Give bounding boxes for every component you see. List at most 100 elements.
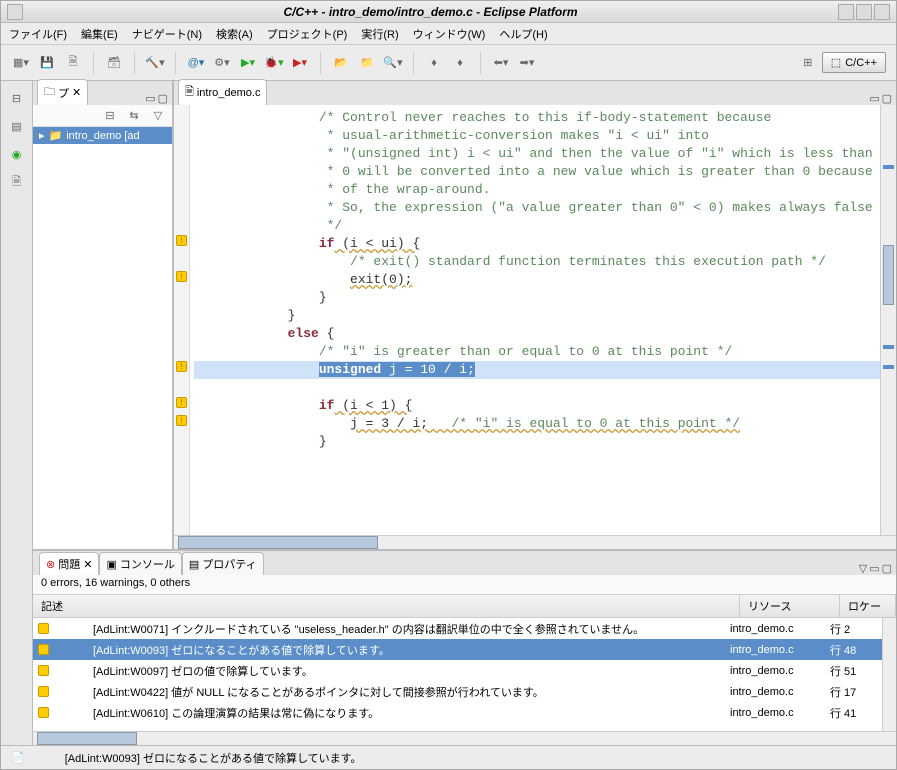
problems-icon: ⊗ xyxy=(46,558,55,571)
new-icon[interactable]: ▦▾ xyxy=(11,53,31,73)
view-maximize-icon[interactable]: ▢ xyxy=(882,562,892,575)
problems-header[interactable]: 記述 リソース ロケー xyxy=(33,595,896,618)
maximize-view-icon[interactable]: ▢ xyxy=(158,92,168,105)
problems-tab[interactable]: ⊗ 問題 ✕ xyxy=(39,552,99,575)
problems-rows: [AdLint:W0071] インクルードされている "useless_head… xyxy=(33,618,882,731)
console-icon: ▣ xyxy=(106,558,116,571)
minimize-button[interactable] xyxy=(838,4,854,20)
debug-icon[interactable]: 🐞▾ xyxy=(264,53,284,73)
perspective-button[interactable]: ⬚ C/C++ xyxy=(822,52,886,73)
forward-icon[interactable]: ➡▾ xyxy=(517,53,537,73)
editor-maximize-icon[interactable]: ▢ xyxy=(882,92,892,105)
ext-tools-icon[interactable]: ▶▾ xyxy=(290,53,310,73)
problem-row[interactable]: [AdLint:W0422] 値が NULL になることがあるポインタに対して間… xyxy=(33,681,882,702)
at-icon[interactable]: @▾ xyxy=(186,53,206,73)
warning-marker[interactable]: ! xyxy=(176,271,187,282)
menu-window[interactable]: ウィンドウ(W) xyxy=(413,26,486,42)
search-icon[interactable]: 🔍▾ xyxy=(383,53,403,73)
status-icon: 📄 xyxy=(11,751,25,764)
problem-description: [AdLint:W0071] インクルードされている "useless_head… xyxy=(53,621,726,637)
editor-tab[interactable]: 🗎 intro_demo.c xyxy=(178,79,267,105)
warning-icon xyxy=(38,644,49,655)
warning-icon xyxy=(38,686,49,697)
problem-row[interactable]: [AdLint:W0610] この論理演算の結果は常に偽になります。intro_… xyxy=(33,702,882,723)
view-menu-icon[interactable]: ▽ xyxy=(859,562,867,575)
problem-description: [AdLint:W0097] ゼロの値で除算しています。 xyxy=(53,663,726,679)
doc-icon[interactable]: 🗎 xyxy=(8,173,26,191)
tool-icon[interactable]: ⚙▾ xyxy=(212,53,232,73)
col-resource[interactable]: リソース xyxy=(740,595,840,617)
perspective-label: C/C++ xyxy=(845,57,877,69)
restore-icon[interactable]: ⊟ xyxy=(8,89,26,107)
menu-navigate[interactable]: ナビゲート(N) xyxy=(132,26,202,42)
code-editor[interactable]: /* Control never reaches to this if-body… xyxy=(190,105,880,535)
menu-edit[interactable]: 編集(E) xyxy=(81,26,118,42)
warning-marker[interactable]: ! xyxy=(176,415,187,426)
hammer-icon[interactable]: 🔨▾ xyxy=(145,53,165,73)
save-icon[interactable]: 💾 xyxy=(37,53,57,73)
problem-row[interactable]: [AdLint:W0097] ゼロの値で除算しています。intro_demo.c… xyxy=(33,660,882,681)
open-task-icon[interactable]: 📁 xyxy=(357,53,377,73)
col-description[interactable]: 記述 xyxy=(33,595,740,617)
problems-hscrollbar[interactable] xyxy=(33,731,896,745)
window-title: C/C++ - intro_demo/intro_demo.c - Eclips… xyxy=(23,5,838,19)
menu-help[interactable]: ヘルプ(H) xyxy=(499,26,547,42)
menu-project[interactable]: プロジェクト(P) xyxy=(267,26,348,42)
build-icon[interactable]: 🗃 xyxy=(104,53,124,73)
warning-marker[interactable]: ! xyxy=(176,235,187,246)
toolbar: ▦▾ 💾 🗎 🗃 🔨▾ @▾ ⚙▾ ▶▾ 🐞▾ ▶▾ 📂 📁 🔍▾ ♦ ♦ ⬅▾… xyxy=(1,45,896,81)
warning-icon xyxy=(38,623,49,634)
titlebar[interactable]: C/C++ - intro_demo/intro_demo.c - Eclips… xyxy=(1,1,896,23)
problems-scrollbar[interactable] xyxy=(882,618,896,731)
target-icon[interactable]: ◉ xyxy=(8,145,26,163)
expand-icon[interactable]: ▸ xyxy=(39,129,45,142)
project-tree-item[interactable]: ▸ 📁 intro_demo [ad xyxy=(33,127,172,144)
warning-icon xyxy=(38,665,49,676)
problem-description: [AdLint:W0610] この論理演算の結果は常に偽になります。 xyxy=(53,705,726,721)
menu-search[interactable]: 検索(A) xyxy=(216,26,253,42)
editor-gutter[interactable]: ! ! ! ! ! xyxy=(174,105,190,535)
horizontal-scrollbar[interactable] xyxy=(174,535,896,549)
tab-close-icon[interactable]: ✕ xyxy=(72,86,81,99)
vertical-scrollbar[interactable] xyxy=(880,105,896,535)
collapse-icon[interactable]: ⊟ xyxy=(100,106,120,126)
next-icon[interactable]: ♦ xyxy=(450,53,470,73)
view-minimize-icon[interactable]: ▭ xyxy=(869,562,879,575)
prev-icon[interactable]: ♦ xyxy=(424,53,444,73)
problem-row[interactable]: [AdLint:W0093] ゼロになることがある値で除算しています。intro… xyxy=(33,639,882,660)
minimize-view-icon[interactable]: ▭ xyxy=(145,92,155,105)
problems-summary: 0 errors, 16 warnings, 0 others xyxy=(33,575,896,595)
warning-marker[interactable]: ! xyxy=(176,397,187,408)
problem-description: [AdLint:W0422] 値が NULL になることがあるポインタに対して間… xyxy=(53,684,726,700)
run-icon[interactable]: ▶▾ xyxy=(238,53,258,73)
sys-menu-icon[interactable] xyxy=(7,4,23,20)
editor-minimize-icon[interactable]: ▭ xyxy=(869,92,879,105)
properties-tab[interactable]: ▤ プロパティ xyxy=(182,552,264,575)
open-type-icon[interactable]: 📂 xyxy=(331,53,351,73)
console-tab-label: コンソール xyxy=(120,556,175,572)
problem-row[interactable]: [AdLint:W0071] インクルードされている "useless_head… xyxy=(33,618,882,639)
properties-icon: ▤ xyxy=(189,558,199,571)
menu-dropdown-icon[interactable]: ▽ xyxy=(148,106,168,126)
col-location[interactable]: ロケー xyxy=(840,595,896,617)
warning-marker[interactable]: ! xyxy=(176,361,187,372)
properties-tab-label: プロパティ xyxy=(202,556,256,572)
open-perspective-icon[interactable]: ⊞ xyxy=(798,53,818,73)
problem-location: 行 51 xyxy=(826,663,882,679)
problem-location: 行 17 xyxy=(826,684,882,700)
link-icon[interactable]: ⇆ xyxy=(124,106,144,126)
tab-close-icon[interactable]: ✕ xyxy=(83,558,92,571)
menu-run[interactable]: 実行(R) xyxy=(361,26,398,42)
close-button[interactable] xyxy=(874,4,890,20)
scroll-thumb[interactable] xyxy=(883,245,894,305)
project-tab[interactable]: 🗀 プ ✕ xyxy=(37,79,88,105)
hscroll-thumb[interactable] xyxy=(178,536,378,549)
console-tab[interactable]: ▣ コンソール xyxy=(99,552,181,575)
saveall-icon[interactable]: 🗎 xyxy=(63,53,83,73)
maximize-button[interactable] xyxy=(856,4,872,20)
menu-file[interactable]: ファイル(F) xyxy=(9,26,67,42)
editor-pane: 🗎 intro_demo.c ▭ ▢ ! ! ! ! xyxy=(173,81,896,549)
back-icon[interactable]: ⬅▾ xyxy=(491,53,511,73)
outline-icon[interactable]: ▤ xyxy=(8,117,26,135)
project-tab-label: プ xyxy=(58,85,69,101)
